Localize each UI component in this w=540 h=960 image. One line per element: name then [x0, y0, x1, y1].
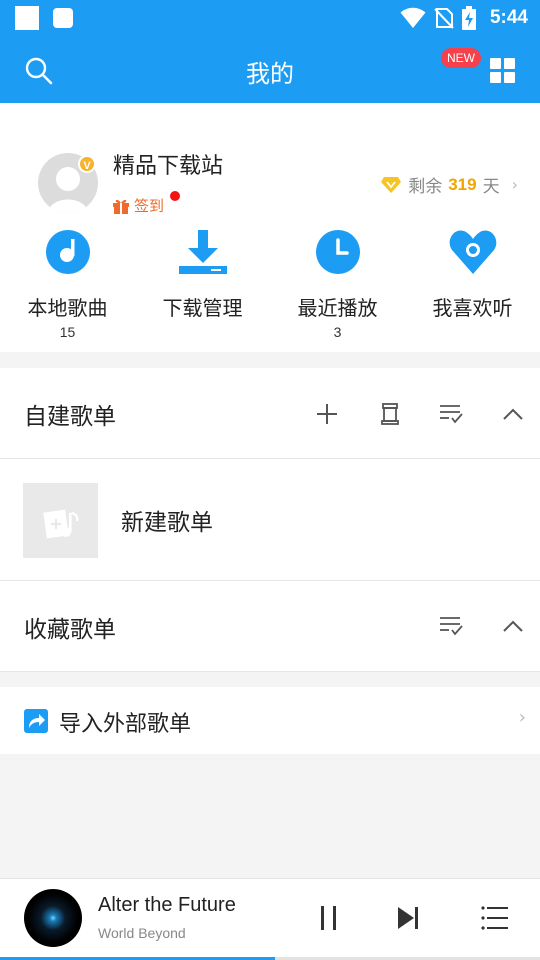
- pause-icon[interactable]: [314, 903, 344, 933]
- divider: [0, 671, 540, 672]
- import-box-icon[interactable]: [377, 401, 403, 427]
- status-icons: 5:44: [400, 5, 528, 31]
- music-note-icon: [46, 230, 90, 274]
- playlist-icon[interactable]: [480, 903, 510, 933]
- wifi-icon: [400, 7, 426, 29]
- signin-label: 签到: [134, 197, 165, 215]
- notification-icon: [53, 8, 73, 28]
- no-sim-icon: [434, 8, 454, 29]
- shortcut-label: 我喜欢听: [432, 296, 513, 320]
- username[interactable]: 精品下载站: [113, 148, 223, 180]
- battery-charging-icon: [461, 6, 476, 30]
- add-music-icon: [43, 509, 79, 539]
- collapse-icon[interactable]: [500, 613, 526, 639]
- shortcut-recent-plays[interactable]: 最近播放 3: [270, 228, 405, 343]
- clock-time: 5:44: [489, 7, 528, 28]
- remain-days: 319: [448, 174, 477, 194]
- new-playlist-row[interactable]: 新建歌单: [0, 459, 540, 580]
- next-icon[interactable]: [394, 903, 424, 933]
- new-badge: NEW: [441, 48, 481, 68]
- shortcut-local-songs[interactable]: 本地歌曲 15: [0, 228, 135, 343]
- vip-badge: V: [78, 155, 96, 173]
- add-icon[interactable]: [314, 401, 340, 427]
- import-external-row[interactable]: 导入外部歌单 ›: [0, 687, 540, 754]
- diamond-icon: [381, 176, 402, 193]
- remain-suffix: 天: [482, 177, 500, 197]
- favorited-playlists-header: 收藏歌单: [0, 581, 540, 671]
- chevron-right-icon: ›: [518, 707, 526, 728]
- heart-icon: [449, 230, 497, 274]
- import-label: 导入外部歌单: [59, 712, 192, 737]
- shortcut-favorites[interactable]: 我喜欢听: [405, 228, 540, 343]
- shortcut-download-manager[interactable]: 下载管理: [135, 228, 270, 343]
- section-title: 自建歌单: [24, 404, 116, 430]
- status-bar: 5:44: [0, 0, 540, 36]
- app-header: 我的 NEW: [0, 36, 540, 103]
- album-art[interactable]: [24, 889, 82, 947]
- created-playlists-header: 自建歌单: [0, 368, 540, 458]
- shortcut-row: 本地歌曲 15 下载管理 最近播放 3 我喜欢听: [0, 228, 540, 343]
- shortcut-label: 本地歌曲: [27, 296, 108, 320]
- signin-button[interactable]: 签到: [112, 191, 180, 216]
- download-icon: [179, 230, 227, 274]
- gift-icon: [113, 199, 129, 214]
- unread-dot: [170, 191, 180, 201]
- section-title: 收藏歌单: [24, 617, 116, 643]
- mini-player[interactable]: Alter the Future World Beyond: [0, 878, 540, 960]
- grid-icon[interactable]: [490, 58, 516, 84]
- shortcut-count: 3: [333, 324, 342, 340]
- sort-list-icon[interactable]: [438, 401, 464, 427]
- new-playlist-label: 新建歌单: [121, 510, 213, 536]
- collapse-icon[interactable]: [500, 401, 526, 427]
- shortcut-label: 最近播放: [297, 296, 378, 320]
- shortcut-count: 15: [59, 324, 76, 340]
- clock-icon: [316, 230, 360, 274]
- vip-remaining-days[interactable]: 剩余 319 天 ›: [380, 172, 518, 197]
- song-artist: World Beyond: [98, 925, 186, 941]
- notification-icon: [15, 6, 39, 30]
- song-title: Alter the Future: [98, 894, 236, 916]
- share-arrow-icon: [24, 709, 48, 733]
- remain-prefix: 剩余: [408, 177, 443, 197]
- sort-list-icon[interactable]: [438, 613, 464, 639]
- profile-card: V 精品下载站 签到 剩余 319 天 › 本地歌曲 15 下载管理 最近播放 …: [0, 103, 540, 352]
- app-screen: 5:44 我的 NEW V 精品下载站 签到 剩余 319 天 › 本地歌曲 1…: [0, 0, 540, 960]
- shortcut-label: 下载管理: [162, 296, 243, 320]
- chevron-right-icon: ›: [511, 175, 518, 194]
- new-playlist-thumbnail: [23, 483, 98, 558]
